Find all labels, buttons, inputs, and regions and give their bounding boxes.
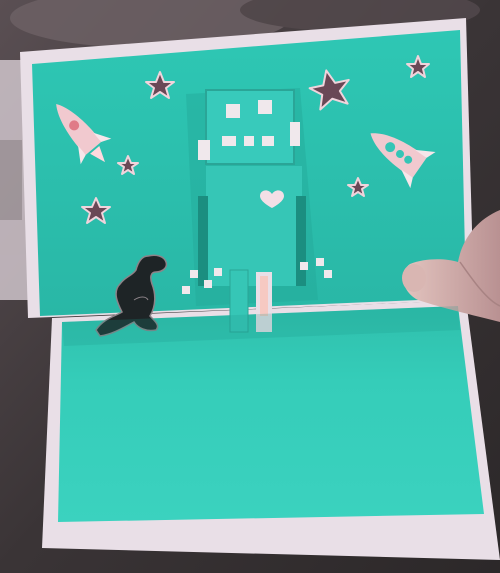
thumb-nail — [402, 264, 426, 292]
photo-canvas — [0, 0, 500, 573]
robot-mouth — [222, 136, 274, 146]
photo-scene — [0, 0, 500, 573]
robot-eye-left — [226, 104, 240, 118]
robot-eye-right — [258, 100, 272, 114]
